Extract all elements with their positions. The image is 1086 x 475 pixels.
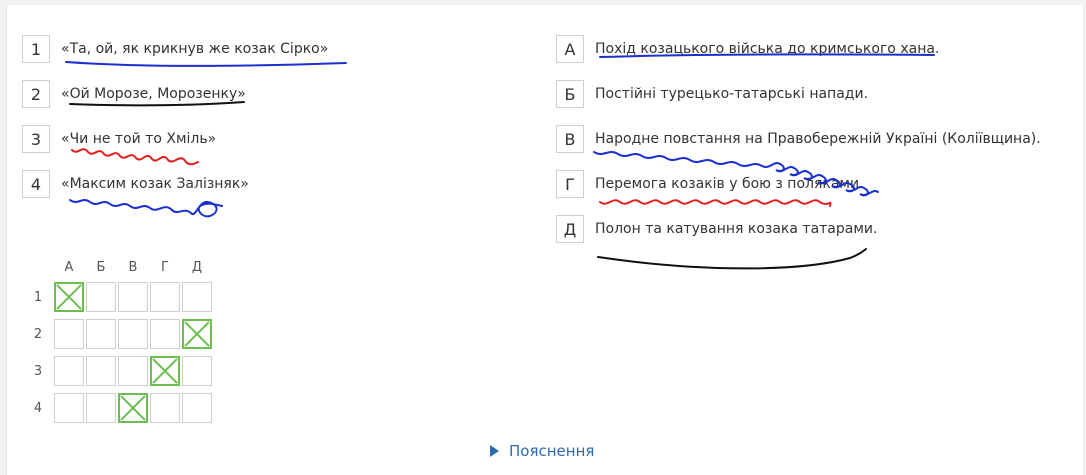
grid-cell-3-4[interactable] bbox=[150, 356, 180, 386]
grid-cell-1-2[interactable] bbox=[86, 282, 116, 312]
right-item-text: Похід козацького війська до кримського х… bbox=[595, 41, 940, 57]
right-item-a: А Похід козацького війська до кримського… bbox=[556, 35, 939, 63]
left-item-text: «Чи не той то Хміль» bbox=[61, 131, 217, 147]
right-item-letter: Б bbox=[556, 80, 584, 108]
left-item-number: 3 bbox=[22, 125, 50, 153]
grid-row-header: 2 bbox=[33, 327, 43, 342]
right-item-letter: В bbox=[556, 125, 584, 153]
left-item-4: 4 «Максим козак Залізняк» bbox=[22, 170, 249, 198]
grid-cell-2-1[interactable] bbox=[54, 319, 84, 349]
grid-cell-4-2[interactable] bbox=[86, 393, 116, 423]
grid-column-header: Б bbox=[96, 260, 106, 275]
left-item-text: «Максим козак Залізняк» bbox=[61, 176, 249, 192]
left-item-2: 2 «Ой Морозе, Морозенку» bbox=[22, 80, 246, 108]
left-item-number: 1 bbox=[22, 35, 50, 63]
grid-cell-3-1[interactable] bbox=[54, 356, 84, 386]
expand-triangle-icon bbox=[490, 445, 499, 457]
grid-cell-3-2[interactable] bbox=[86, 356, 116, 386]
right-item-letter: Д bbox=[556, 215, 584, 243]
right-item-text: Постійні турецько-татарські напади. bbox=[595, 86, 869, 102]
right-item-letter: А bbox=[556, 35, 584, 63]
right-item-text: Народне повстання на Правобережній Украї… bbox=[595, 131, 1041, 147]
grid-row-header: 1 bbox=[33, 290, 43, 305]
grid-cell-1-1[interactable] bbox=[54, 282, 84, 312]
right-item-g: Г Перемога козаків у бою з поляками. bbox=[556, 170, 864, 198]
grid-cell-4-3[interactable] bbox=[118, 393, 148, 423]
grid-row-header: 3 bbox=[33, 364, 43, 379]
left-item-1: 1 «Та, ой, як крикнув же козак Сірко» bbox=[22, 35, 328, 63]
grid-cell-1-4[interactable] bbox=[150, 282, 180, 312]
grid-cell-3-3[interactable] bbox=[118, 356, 148, 386]
explanation-toggle[interactable]: Пояснення bbox=[490, 442, 594, 460]
grid-cell-4-4[interactable] bbox=[150, 393, 180, 423]
grid-cell-2-5[interactable] bbox=[182, 319, 212, 349]
grid-cell-2-2[interactable] bbox=[86, 319, 116, 349]
grid-column-header: Д bbox=[191, 260, 203, 275]
grid-column-header: В bbox=[128, 260, 138, 275]
right-item-letter: Г bbox=[556, 170, 584, 198]
grid-cell-1-5[interactable] bbox=[182, 282, 212, 312]
left-item-number: 2 bbox=[22, 80, 50, 108]
right-item-text: Полон та катування козака татарами. bbox=[595, 221, 878, 237]
right-item-v: В Народне повстання на Правобережній Укр… bbox=[556, 125, 1041, 153]
left-item-text: «Ой Морозе, Морозенку» bbox=[61, 86, 246, 102]
left-item-number: 4 bbox=[22, 170, 50, 198]
grid-column-header: А bbox=[64, 260, 74, 275]
grid-cell-1-3[interactable] bbox=[118, 282, 148, 312]
grid-cell-4-1[interactable] bbox=[54, 393, 84, 423]
right-item-b: Б Постійні турецько-татарські напади. bbox=[556, 80, 868, 108]
left-item-3: 3 «Чи не той то Хміль» bbox=[22, 125, 216, 153]
grid-cell-2-4[interactable] bbox=[150, 319, 180, 349]
left-item-text: «Та, ой, як крикнув же козак Сірко» bbox=[61, 41, 329, 57]
right-item-d: Д Полон та катування козака татарами. bbox=[556, 215, 877, 243]
grid-cell-3-5[interactable] bbox=[182, 356, 212, 386]
grid-row-header: 4 bbox=[33, 401, 43, 416]
grid-cell-4-5[interactable] bbox=[182, 393, 212, 423]
grid-cell-2-3[interactable] bbox=[118, 319, 148, 349]
explanation-label: Пояснення bbox=[509, 442, 595, 460]
grid-column-header: Г bbox=[161, 260, 169, 275]
right-item-text: Перемога козаків у бою з поляками. bbox=[595, 176, 864, 192]
